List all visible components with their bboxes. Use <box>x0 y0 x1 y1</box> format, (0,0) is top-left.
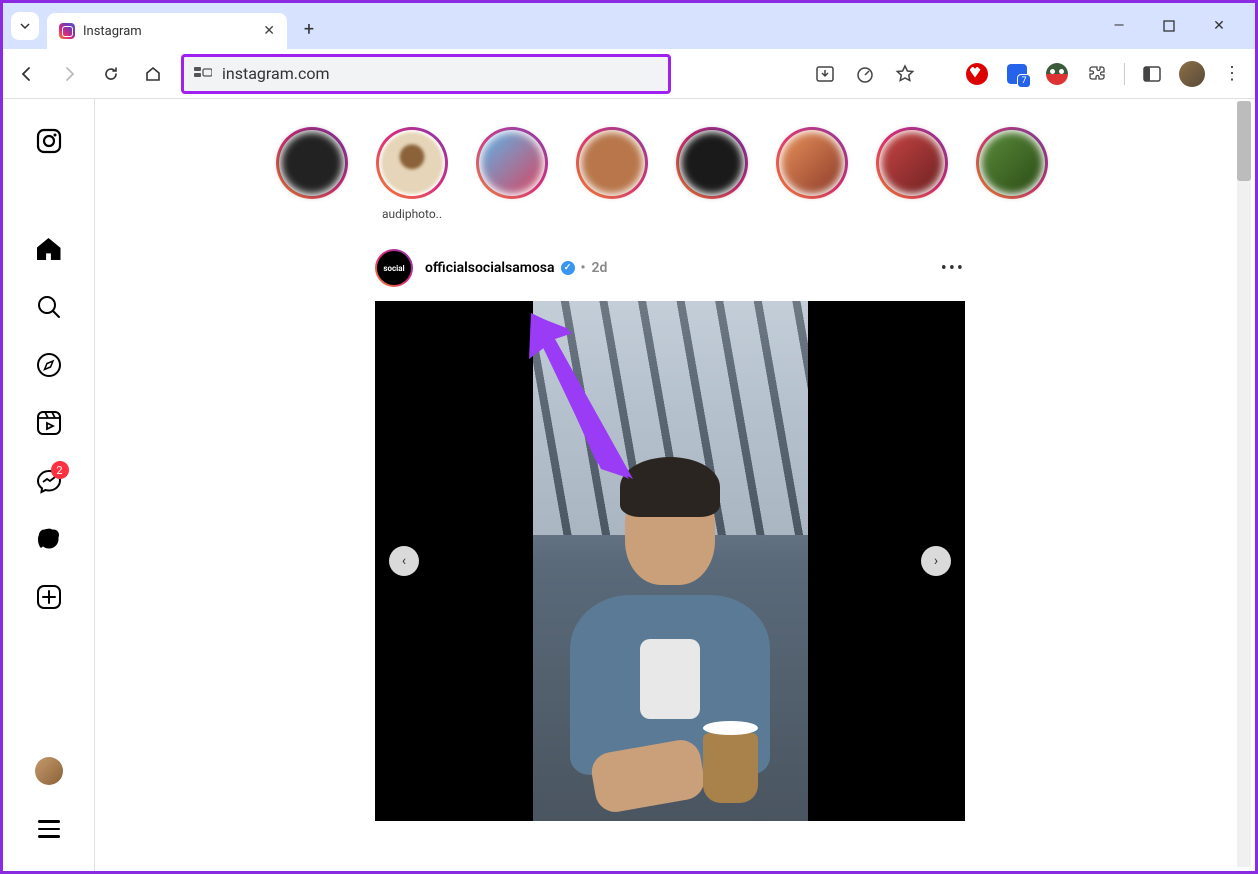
sidebar-reels[interactable] <box>35 409 63 437</box>
sidebar-search[interactable] <box>35 293 63 321</box>
browser-tab[interactable]: Instagram ✕ <box>47 13 287 49</box>
browser-titlebar: Instagram ✕ + — ✕ <box>3 3 1255 49</box>
sidebar-explore[interactable] <box>35 351 63 379</box>
url-text: instagram.com <box>222 64 658 83</box>
story-item[interactable] <box>775 127 849 207</box>
instagram-sidebar: 2 <box>3 99 95 871</box>
story-item[interactable] <box>975 127 1049 207</box>
post-author-avatar[interactable]: social <box>375 249 413 287</box>
messages-badge: 2 <box>51 461 69 479</box>
performance-icon[interactable] <box>852 61 878 87</box>
verified-badge-icon: ✓ <box>561 261 575 275</box>
story-item[interactable] <box>475 127 549 207</box>
tab-search-button[interactable] <box>11 12 39 40</box>
post-more-button[interactable]: ••• <box>941 258 965 279</box>
post-separator: • <box>581 260 586 276</box>
ublock-extension-icon[interactable] <box>964 61 990 87</box>
address-bar[interactable]: instagram.com <box>181 54 671 94</box>
post-media[interactable]: ‹ › <box>375 301 965 821</box>
stories-tray: audiphoto.. <box>275 127 1255 221</box>
story-item[interactable] <box>675 127 749 207</box>
story-item[interactable] <box>575 127 649 207</box>
new-tab-button[interactable]: + <box>295 15 323 43</box>
story-item-audiphoto[interactable]: audiphoto.. <box>375 127 449 221</box>
nav-reload-button[interactable] <box>97 60 125 88</box>
post-username[interactable]: officialsocialsamosa <box>425 260 555 276</box>
post-video-frame <box>533 301 808 821</box>
site-info-icon[interactable] <box>194 64 212 83</box>
browser-profile-avatar[interactable] <box>1179 61 1205 87</box>
sidebar-messages[interactable]: 2 <box>35 467 63 495</box>
page-scrollbar[interactable] <box>1237 101 1251 867</box>
carousel-prev-button[interactable]: ‹ <box>389 546 419 576</box>
tab-title: Instagram <box>83 24 255 39</box>
post-timestamp: 2d <box>592 260 608 276</box>
sidepanel-icon[interactable] <box>1139 61 1165 87</box>
window-close-button[interactable]: ✕ <box>1203 10 1235 42</box>
window-minimize-button[interactable]: — <box>1103 10 1135 42</box>
nav-back-button[interactable] <box>13 60 41 88</box>
extensions-puzzle-icon[interactable] <box>1084 61 1110 87</box>
sidebar-create[interactable] <box>35 583 63 611</box>
carousel-next-button[interactable]: › <box>921 546 951 576</box>
extension-blue-icon[interactable]: 7 <box>1004 61 1030 87</box>
sidebar-notifications[interactable] <box>35 525 63 553</box>
sidebar-profile-avatar[interactable] <box>35 757 63 785</box>
tab-close-button[interactable]: ✕ <box>263 23 275 39</box>
window-controls: — ✕ <box>1103 10 1247 42</box>
install-app-icon[interactable] <box>812 61 838 87</box>
nav-forward-button[interactable] <box>55 60 83 88</box>
instagram-feed: audiphoto.. social officialsocialsamosa … <box>95 99 1255 871</box>
window-maximize-button[interactable] <box>1153 10 1185 42</box>
instagram-favicon-icon <box>59 23 75 39</box>
bookmark-star-icon[interactable] <box>892 61 918 87</box>
story-item[interactable] <box>875 127 949 207</box>
instagram-logo-icon[interactable] <box>35 127 63 155</box>
post-header: social officialsocialsamosa ✓ • 2d ••• <box>375 249 965 287</box>
sidebar-home[interactable] <box>35 235 63 263</box>
extension-eyes-icon[interactable] <box>1044 61 1070 87</box>
nav-home-button[interactable] <box>139 60 167 88</box>
feed-post: social officialsocialsamosa ✓ • 2d ••• <box>375 249 965 821</box>
browser-menu-button[interactable]: ⋮ <box>1219 61 1245 87</box>
sidebar-more-menu[interactable] <box>35 815 63 843</box>
story-item[interactable] <box>275 127 349 207</box>
toolbar-divider <box>1124 63 1125 85</box>
browser-toolbar: instagram.com 7 ⋮ <box>3 49 1255 99</box>
